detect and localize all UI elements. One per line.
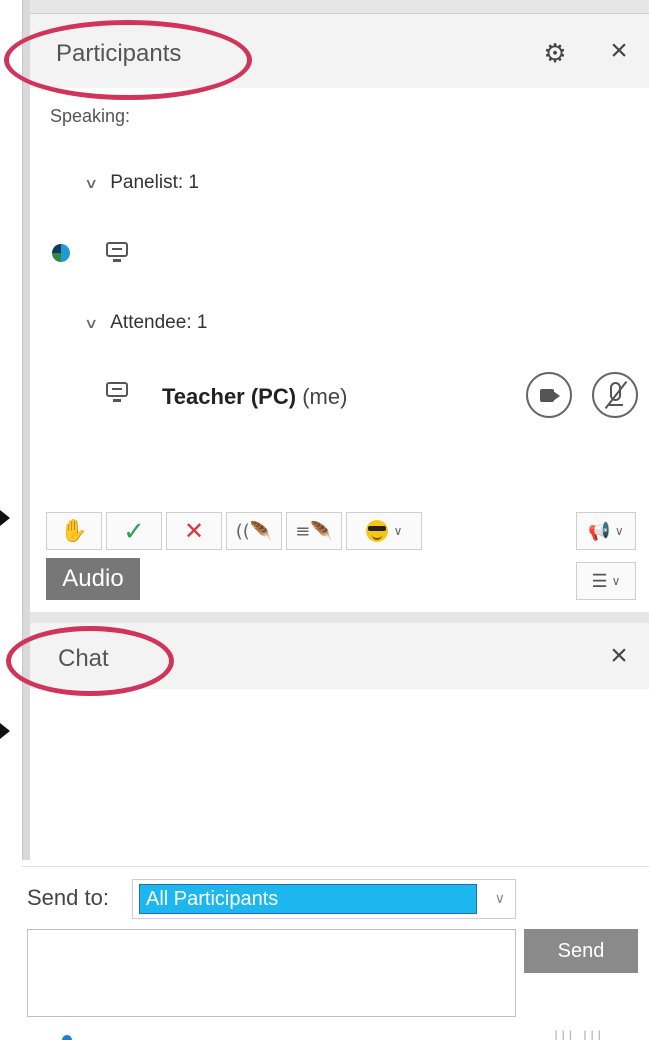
video-camera-icon bbox=[540, 389, 560, 402]
go-slower-button[interactable]: ((🪶 bbox=[226, 512, 282, 550]
chevron-down-icon: ∨ bbox=[83, 314, 99, 331]
options-list-button[interactable]: ☰ ∨ bbox=[576, 562, 636, 600]
highlight-ellipse-chat bbox=[6, 626, 174, 696]
go-faster-button[interactable]: ≡🪶 bbox=[286, 512, 342, 550]
send-button[interactable]: Send bbox=[524, 929, 638, 973]
mic-base bbox=[609, 404, 623, 406]
no-button[interactable]: ✕ bbox=[166, 512, 222, 550]
checkmark-icon: ✓ bbox=[123, 515, 145, 546]
audio-level-icon: ||| ||| bbox=[554, 1029, 605, 1040]
attendee-group-toggle[interactable]: ∨ Attendee: 1 bbox=[83, 312, 208, 334]
status-dot bbox=[62, 1035, 72, 1040]
feedback-toolbar: ✋ ✓ ✕ ((🪶 ≡🪶 ∨ bbox=[46, 512, 422, 550]
megaphone-icon: 📢 bbox=[588, 520, 611, 541]
raise-hand-icon: ✋ bbox=[60, 518, 88, 543]
pointer-arrow bbox=[0, 723, 10, 739]
panel-divider bbox=[30, 612, 649, 619]
walking-person-icon: ((🪶 bbox=[235, 520, 273, 542]
status-icon bbox=[52, 244, 70, 262]
emoji-dropdown-button[interactable]: ∨ bbox=[346, 512, 422, 550]
close-icon[interactable]: × bbox=[604, 36, 634, 66]
chat-send-area: Send to: All Participants ∨ Send ||| ||| bbox=[22, 866, 649, 1040]
chevron-down-icon: ∨ bbox=[611, 574, 621, 588]
panelist-group-label: Panelist: 1 bbox=[110, 172, 199, 193]
window-frame-top bbox=[22, 0, 649, 14]
raise-hand-button[interactable]: ✋ bbox=[46, 512, 102, 550]
chat-message-input[interactable] bbox=[27, 929, 516, 1017]
speaking-label: Speaking: bbox=[50, 106, 131, 126]
list-icon: ☰ bbox=[591, 570, 608, 591]
computer-icon bbox=[106, 382, 128, 404]
attendee-me-label: (me) bbox=[302, 384, 348, 409]
x-icon: ✕ bbox=[183, 517, 205, 545]
send-to-select[interactable]: All Participants ∨ bbox=[132, 879, 516, 919]
window-frame-left bbox=[22, 0, 30, 860]
send-to-selected-value: All Participants bbox=[139, 884, 477, 914]
sunglasses-emoji-icon bbox=[365, 520, 388, 542]
chevron-down-icon: ∨ bbox=[494, 890, 505, 906]
chevron-down-icon: ∨ bbox=[83, 174, 99, 191]
pointer-arrow bbox=[0, 510, 10, 526]
attendee-name: Teacher (PC) bbox=[162, 384, 297, 409]
audio-button[interactable]: Audio bbox=[46, 558, 140, 600]
highlight-ellipse-participants bbox=[4, 20, 252, 100]
yes-button[interactable]: ✓ bbox=[106, 512, 162, 550]
attendee-group-label: Attendee: 1 bbox=[110, 312, 208, 333]
computer-icon bbox=[106, 242, 128, 264]
send-to-label: Send to: bbox=[27, 885, 109, 910]
chevron-down-icon: ∨ bbox=[393, 524, 403, 538]
gear-icon[interactable]: ⚙ bbox=[540, 38, 570, 68]
running-person-icon: ≡🪶 bbox=[295, 520, 333, 542]
megaphone-dropdown-button[interactable]: 📢 ∨ bbox=[576, 512, 636, 550]
close-icon[interactable]: × bbox=[604, 641, 634, 671]
participants-panel: Participants ⚙ × Speaking: ∨ Panelist: 1… bbox=[30, 14, 649, 619]
mute-button[interactable] bbox=[592, 372, 638, 418]
attendee-list-item[interactable]: Teacher (PC) (me) bbox=[162, 384, 347, 410]
panelist-group-toggle[interactable]: ∨ Panelist: 1 bbox=[83, 172, 199, 194]
chevron-down-icon: ∨ bbox=[614, 524, 624, 538]
video-button[interactable] bbox=[526, 372, 572, 418]
